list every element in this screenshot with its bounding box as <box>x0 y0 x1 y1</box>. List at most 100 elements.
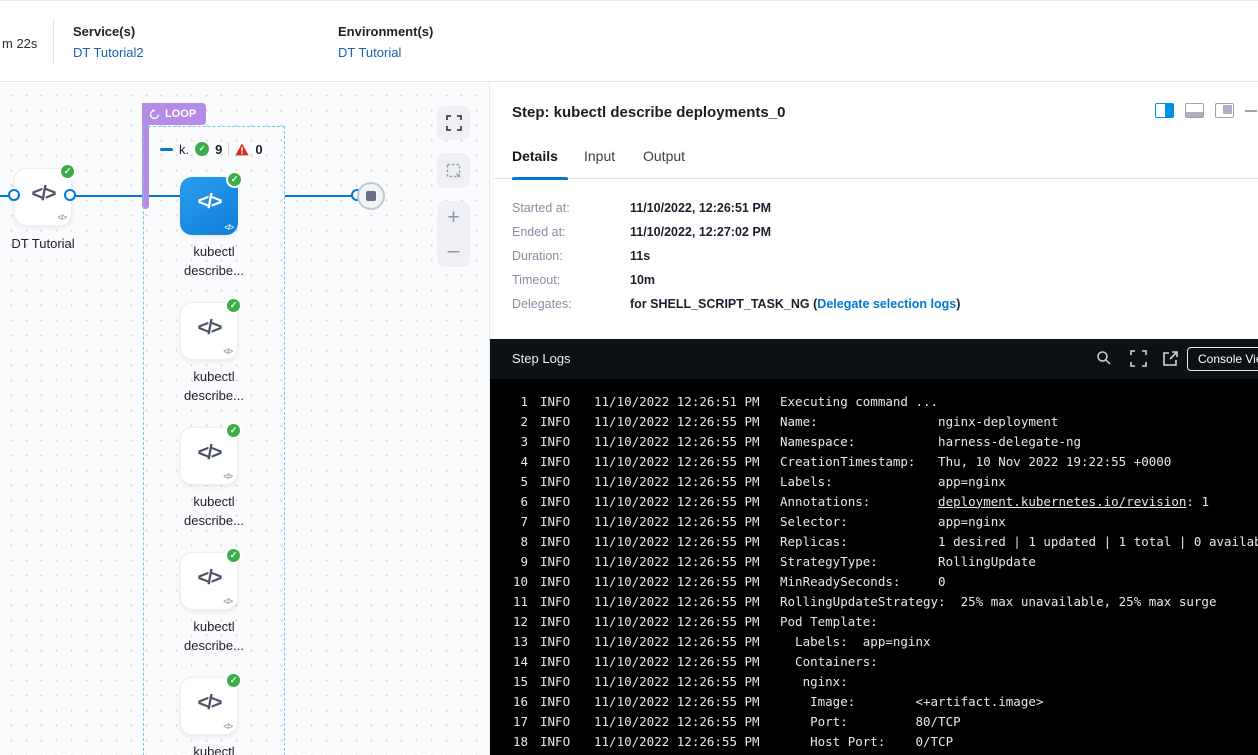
collapse-loop-button[interactable] <box>160 148 173 151</box>
log-message: StrategyType: RollingUpdate <box>780 554 1036 569</box>
node-in-port[interactable] <box>8 189 20 201</box>
step-type-icon: </> <box>57 213 66 222</box>
detail-row: Delegates:for SHELL_SCRIPT_TASK_NG (Dele… <box>512 297 960 321</box>
service-link[interactable]: DT Tutorial2 <box>73 45 144 60</box>
log-line-number: 11 <box>508 594 528 609</box>
log-timestamp: 11/10/2022 12:26:55 PM <box>594 534 760 549</box>
success-badge: ✓ <box>225 297 242 314</box>
log-line-number: 9 <box>508 554 528 569</box>
node-dt-tutorial[interactable]: </> </> ✓ <box>14 168 72 226</box>
layout-inset-right-button[interactable] <box>1215 103 1234 118</box>
log-timestamp: 11/10/2022 12:26:55 PM <box>594 694 760 709</box>
layout-split-right-button[interactable] <box>1155 103 1174 118</box>
log-message: Port: 80/TCP <box>780 714 961 729</box>
log-line: 1INFO11/10/2022 12:26:51 PMExecuting com… <box>490 391 1258 411</box>
environment-summary: Environment(s) DT Tutorial <box>338 24 433 60</box>
log-timestamp: 11/10/2022 12:26:55 PM <box>594 674 760 689</box>
zoom-out-button[interactable]: – <box>437 234 470 267</box>
shell-script-icon: </> <box>180 191 238 214</box>
log-timestamp: 11/10/2022 12:26:55 PM <box>594 554 760 569</box>
log-line-number: 16 <box>508 694 528 709</box>
log-message-link[interactable]: deployment.kubernetes.io/revision <box>938 494 1186 509</box>
log-level: INFO <box>540 574 570 589</box>
logs-open-new-tab-button[interactable] <box>1162 350 1179 372</box>
log-level: INFO <box>540 394 570 409</box>
log-level: INFO <box>540 614 570 629</box>
log-line-number: 12 <box>508 614 528 629</box>
warning-icon <box>235 143 249 156</box>
pipeline-graph-canvas[interactable]: LOOP k. ✓ 9 0 </> </> ✓ DT Tutorial < <box>0 82 490 755</box>
log-timestamp: 11/10/2022 12:26:55 PM <box>594 454 760 469</box>
loop-node-kubectl-describe[interactable]: </></>✓ <box>180 302 238 360</box>
node-out-port[interactable] <box>64 189 76 201</box>
loop-node-kubectl-describe[interactable]: </></>✓ <box>180 552 238 610</box>
log-level: INFO <box>540 734 570 749</box>
console-view-button[interactable]: Console View <box>1187 347 1258 371</box>
log-message: CreationTimestamp: Thu, 10 Nov 2022 19:2… <box>780 454 1171 469</box>
zoom-in-button[interactable]: + <box>437 201 470 234</box>
active-tab-indicator <box>512 177 568 180</box>
loop-node-label: kubectldescribe... <box>144 492 284 530</box>
logs-fullscreen-button[interactable] <box>1130 350 1147 372</box>
step-title: Step: kubectl describe deployments_0 <box>512 104 785 121</box>
log-level: INFO <box>540 474 570 489</box>
log-line: 4INFO11/10/2022 12:26:55 PMCreationTimes… <box>490 451 1258 471</box>
loop-badge-label: LOOP <box>165 108 196 120</box>
log-timestamp: 11/10/2022 12:26:55 PM <box>594 614 760 629</box>
log-message: Replicas: 1 desired | 1 updated | 1 tota… <box>780 534 1258 549</box>
log-line: 8INFO11/10/2022 12:26:55 PMReplicas: 1 d… <box>490 531 1258 551</box>
shell-script-icon: </> <box>181 442 237 465</box>
success-badge: ✓ <box>225 547 242 564</box>
minimize-panel-button[interactable] <box>1245 110 1257 112</box>
log-line: 18INFO11/10/2022 12:26:55 PM Host Port: … <box>490 731 1258 751</box>
tab-input[interactable]: Input <box>584 148 615 164</box>
stage-end-node[interactable] <box>357 182 385 210</box>
detail-label: Delegates: <box>512 297 630 311</box>
log-line: 5INFO11/10/2022 12:26:55 PMLabels: app=n… <box>490 471 1258 491</box>
log-line: 15INFO11/10/2022 12:26:55 PM nginx: <box>490 671 1258 691</box>
log-line-number: 6 <box>508 494 528 509</box>
step-logs-console[interactable]: 1INFO11/10/2022 12:26:51 PMExecuting com… <box>490 379 1258 755</box>
loop-icon <box>149 109 160 120</box>
log-timestamp: 11/10/2022 12:26:55 PM <box>594 594 760 609</box>
stop-icon <box>366 191 376 201</box>
tab-output[interactable]: Output <box>643 148 685 164</box>
environment-link[interactable]: DT Tutorial <box>338 45 433 60</box>
success-badge: ✓ <box>225 672 242 689</box>
step-type-icon: </> <box>223 347 232 356</box>
log-message: Image: <+artifact.image> <box>780 694 1043 709</box>
loop-step-name[interactable]: k. <box>179 142 189 157</box>
execution-page: m 22s Service(s) DT Tutorial2 Environmen… <box>0 0 1258 755</box>
delegate-selection-logs-link[interactable]: Delegate selection logs <box>817 297 956 311</box>
shell-script-icon: </> <box>181 692 237 715</box>
log-message: Annotations: deployment.kubernetes.io/re… <box>780 494 1209 509</box>
canvas-select-button[interactable] <box>437 153 470 188</box>
step-type-icon: </> <box>223 597 232 606</box>
log-level: INFO <box>540 714 570 729</box>
log-line: 11INFO11/10/2022 12:26:55 PMRollingUpdat… <box>490 591 1258 611</box>
log-timestamp: 11/10/2022 12:26:55 PM <box>594 514 760 529</box>
layout-bottom-button[interactable] <box>1185 103 1204 118</box>
log-line: 3INFO11/10/2022 12:26:55 PMNamespace: ha… <box>490 431 1258 451</box>
loop-node-kubectl-describe[interactable]: </></>✓ <box>180 677 238 735</box>
loop-badge[interactable]: LOOP <box>142 103 206 125</box>
tab-details[interactable]: Details <box>512 148 558 164</box>
log-timestamp: 11/10/2022 12:26:55 PM <box>594 734 760 749</box>
canvas-fullscreen-button[interactable] <box>437 106 470 140</box>
topbar-divider <box>53 19 54 64</box>
loop-node-kubectl-describe[interactable]: </></>✓ <box>180 177 238 235</box>
log-level: INFO <box>540 534 570 549</box>
log-timestamp: 11/10/2022 12:26:55 PM <box>594 434 760 449</box>
execution-topbar: m 22s Service(s) DT Tutorial2 Environmen… <box>0 1 1258 82</box>
success-badge: ✓ <box>225 422 242 439</box>
log-timestamp: 11/10/2022 12:26:55 PM <box>594 634 760 649</box>
step-tabs: Details Input Output <box>494 142 1258 179</box>
logs-search-button[interactable] <box>1096 350 1112 371</box>
loop-node-label: kubectldescribe... <box>144 242 284 280</box>
step-details-list: Started at:11/10/2022, 12:26:51 PMEnded … <box>512 201 960 321</box>
loop-node-kubectl-describe[interactable]: </></>✓ <box>180 427 238 485</box>
log-line: 9INFO11/10/2022 12:26:55 PMStrategyType:… <box>490 551 1258 571</box>
failed-count: 0 <box>255 142 262 157</box>
success-badge: ✓ <box>59 163 76 180</box>
log-line: 12INFO11/10/2022 12:26:55 PMPod Template… <box>490 611 1258 631</box>
